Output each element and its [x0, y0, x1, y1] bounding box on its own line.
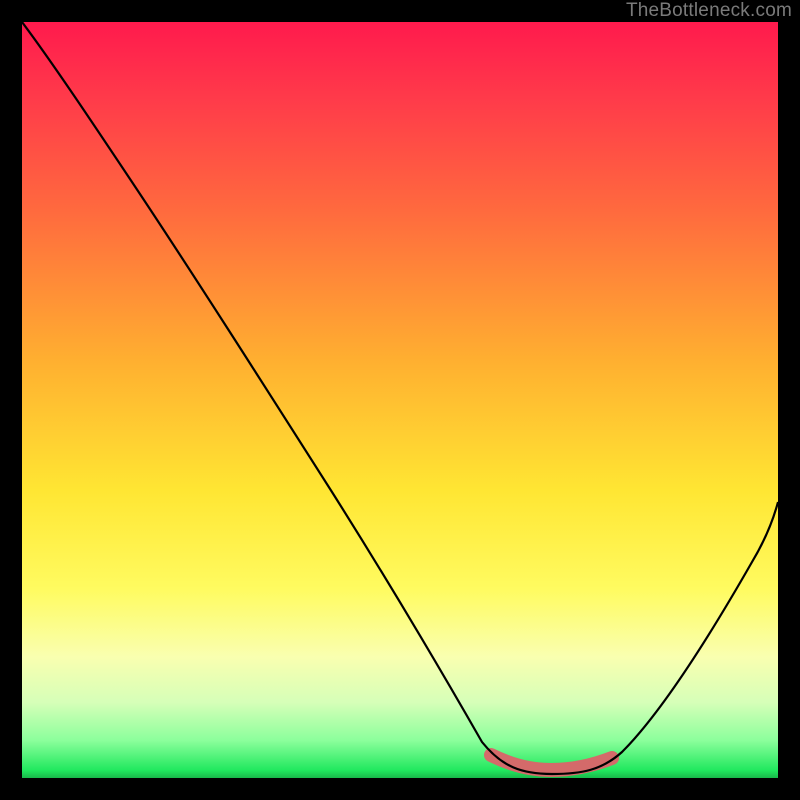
chart-frame: TheBottleneck.com: [0, 0, 800, 800]
curve-path: [22, 22, 778, 774]
bottleneck-curve: [22, 22, 778, 778]
watermark-text: TheBottleneck.com: [626, 0, 792, 22]
